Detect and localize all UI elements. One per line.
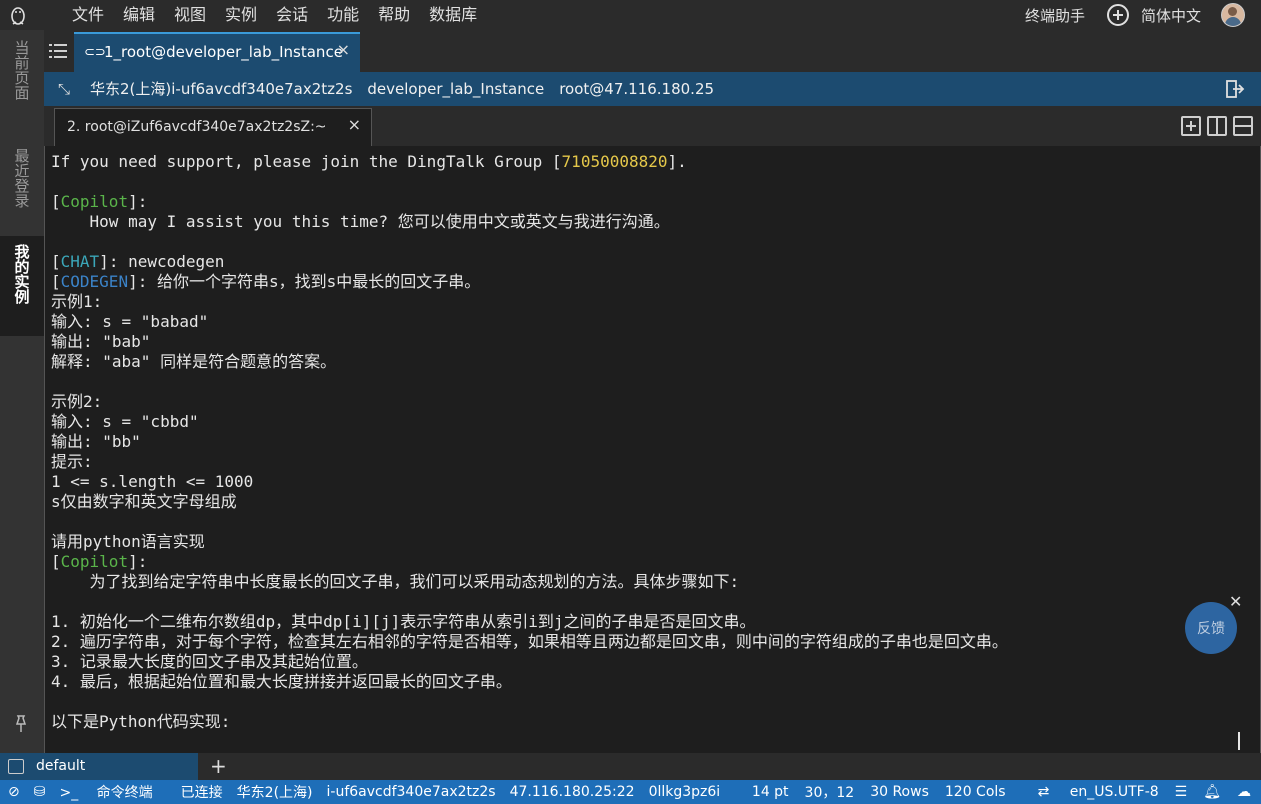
left-sidebar: 当前页面 最近登录 我的实例 [0, 30, 44, 753]
terminal-icon [8, 759, 24, 774]
link-icon: ⊂⊃ [84, 45, 106, 60]
menu-view[interactable]: 视图 [174, 0, 206, 30]
terminal-cursor [1238, 732, 1240, 750]
menu-database[interactable]: 数据库 [429, 0, 477, 30]
sidebar-tab-recent-login[interactable]: 最近登录 [0, 148, 44, 248]
terminal-output[interactable]: If you need support, please join the Din… [44, 146, 1261, 753]
menu-instance[interactable]: 实例 [225, 0, 257, 30]
codegen-prompt: : 给你一个字符串s，找到s中最长的回文子串。 [137, 272, 481, 291]
menu-icon[interactable]: ☰ [1175, 784, 1188, 800]
terminal-tab[interactable]: 2. root@iZuf6avcdf340e7ax2tz2sZ:~ × [54, 108, 372, 146]
bell-icon[interactable]: 🔔︎ [1203, 784, 1221, 800]
session-list-icon[interactable] [49, 44, 67, 58]
sidebar-tab-label: 最近登录 [12, 148, 31, 208]
link-icon[interactable]: ⊘ [8, 784, 20, 800]
session-default-tab[interactable]: default [0, 753, 198, 780]
session-tab[interactable]: ⊂⊃ 1_root@developer_lab_Instance × [74, 32, 360, 72]
layout-controls [1175, 116, 1253, 136]
status-encoding-label: en_US.UTF-8 [1069, 784, 1159, 800]
session-tab-row: ⊂⊃ 1_root@developer_lab_Instance × [44, 30, 1261, 72]
menu-bar: 文件 编辑 视图 实例 会话 功能 帮助 数据库 终端助手 简体中文 [0, 0, 1261, 30]
sidebar-tab-label: 当前页面 [12, 40, 31, 100]
split-horizontal-icon[interactable] [1233, 116, 1253, 136]
connection-status: 已连接 [180, 785, 223, 801]
copilot-greeting: How may I assist you this time? 您可以使用中文或… [51, 212, 670, 231]
translate-icon: ⇄ [1037, 784, 1054, 800]
answer-steps: 1. 初始化一个二维布尔数组dp，其中dp[i][j]表示字符串从索引i到j之间… [51, 612, 1008, 691]
status-bar: ⊘ ⛁ >_ 命令终端 已连接 华东2(上海) i-uf6avcdf340e7a… [0, 780, 1261, 804]
status-cols: 120 Cols [944, 784, 1006, 800]
copilot-tag: Copilot [60, 192, 129, 211]
cloud-icon[interactable]: ☁ [1237, 784, 1251, 800]
menu-right-group: 终端助手 简体中文 [1025, 0, 1245, 30]
menu-features[interactable]: 功能 [327, 0, 359, 30]
dingtalk-group-id: 71050008820 [561, 152, 668, 171]
status-region: 华东2(上海) [236, 785, 313, 801]
session-bar: default + [0, 753, 1261, 780]
instance-info: 华东2(上海)i-uf6avcdf340e7ax2tz2s developer_… [90, 72, 729, 106]
menu-help[interactable]: 帮助 [378, 0, 410, 30]
codegen-tag: CODEGEN [60, 272, 129, 291]
chat-command: : newcodegen [108, 252, 225, 271]
cmd-terminal[interactable]: >_ 命令终端 [59, 782, 166, 802]
term-support-pre: If you need support, please join the Din… [51, 152, 562, 171]
cmd-terminal-label: 命令终端 [96, 785, 153, 801]
session-default-label: default [36, 758, 86, 774]
menu-file[interactable]: 文件 [72, 0, 104, 30]
copilot-tag: Copilot [60, 552, 129, 571]
instance-login: root@47.116.180.25 [559, 80, 715, 98]
close-icon[interactable]: × [348, 115, 361, 134]
instance-name: developer_lab_Instance [367, 80, 545, 98]
add-session-button[interactable]: + [210, 754, 227, 778]
session-tab-label: 1_root@developer_lab_Instance [104, 43, 343, 61]
menu-edit[interactable]: 编辑 [123, 0, 155, 30]
instance-region: 华东2(上海)i-uf6avcdf340e7ax2tz2s [90, 80, 353, 98]
add-pane-icon[interactable] [1181, 116, 1201, 136]
status-session-id: 0llkg3pz6i [648, 784, 721, 800]
code-intro: 以下是Python代码实现: [51, 712, 231, 731]
status-address: 47.116.180.25:22 [509, 784, 635, 800]
sidebar-tab-label: 我的实例 [12, 244, 31, 304]
split-vertical-icon[interactable] [1207, 116, 1227, 136]
pin-icon[interactable] [11, 714, 31, 734]
main-menu: 文件 编辑 视图 实例 会话 功能 帮助 数据库 [72, 0, 496, 30]
prompt-details: 示例1: 输入: s = "babad" 输出: "bab" 解释: "aba"… [51, 292, 337, 551]
terminal-assistant-button[interactable]: 终端助手 [1025, 5, 1085, 26]
logout-icon[interactable] [1225, 79, 1245, 99]
status-font-size[interactable]: 14 pt [752, 784, 789, 800]
add-circle-icon[interactable] [1106, 4, 1129, 26]
linux-penguin-icon [11, 7, 25, 25]
status-rows: 30 Rows [870, 784, 929, 800]
user-avatar[interactable] [1221, 3, 1245, 27]
term-support-post: ]. [667, 152, 687, 171]
sidebar-tab-my-instances[interactable]: 我的实例 [0, 236, 44, 336]
status-encoding[interactable]: ⇄ en_US.UTF-8 [1022, 784, 1159, 800]
terminal-tab-row: 2. root@iZuf6avcdf340e7ax2tz2sZ:~ × [44, 106, 1261, 146]
sidebar-tab-current-page[interactable]: 当前页面 [0, 40, 44, 140]
status-cursor-pos: 30，12 [804, 785, 855, 801]
close-icon[interactable]: ✕ [1229, 592, 1242, 611]
menu-session[interactable]: 会话 [276, 0, 308, 30]
language-selector[interactable]: 简体中文 [1141, 5, 1201, 26]
close-icon[interactable]: × [337, 40, 350, 59]
lock-icon[interactable]: ⛁ [34, 784, 46, 800]
prompt-icon: >_ [59, 785, 83, 801]
copilot-answer-intro: 为了找到给定字符串中长度最长的回文子串，我们可以采用动态规划的方法。具体步骤如下… [51, 572, 740, 591]
status-left: ⊘ ⛁ >_ 命令终端 已连接 华东2(上海) i-uf6avcdf340e7a… [8, 780, 734, 804]
collapse-icon[interactable]: ⤡ [58, 80, 70, 98]
status-instance-id: i-uf6avcdf340e7ax2tz2s [326, 784, 496, 800]
instance-info-bar: ⤡ 华东2(上海)i-uf6avcdf340e7ax2tz2s develope… [44, 72, 1261, 106]
terminal-tab-label: 2. root@iZuf6avcdf340e7ax2tz2sZ:~ [67, 119, 327, 135]
chat-tag: CHAT [60, 252, 100, 271]
status-right: 14 pt 30，12 30 Rows 120 Cols ⇄ en_US.UTF… [736, 780, 1251, 804]
